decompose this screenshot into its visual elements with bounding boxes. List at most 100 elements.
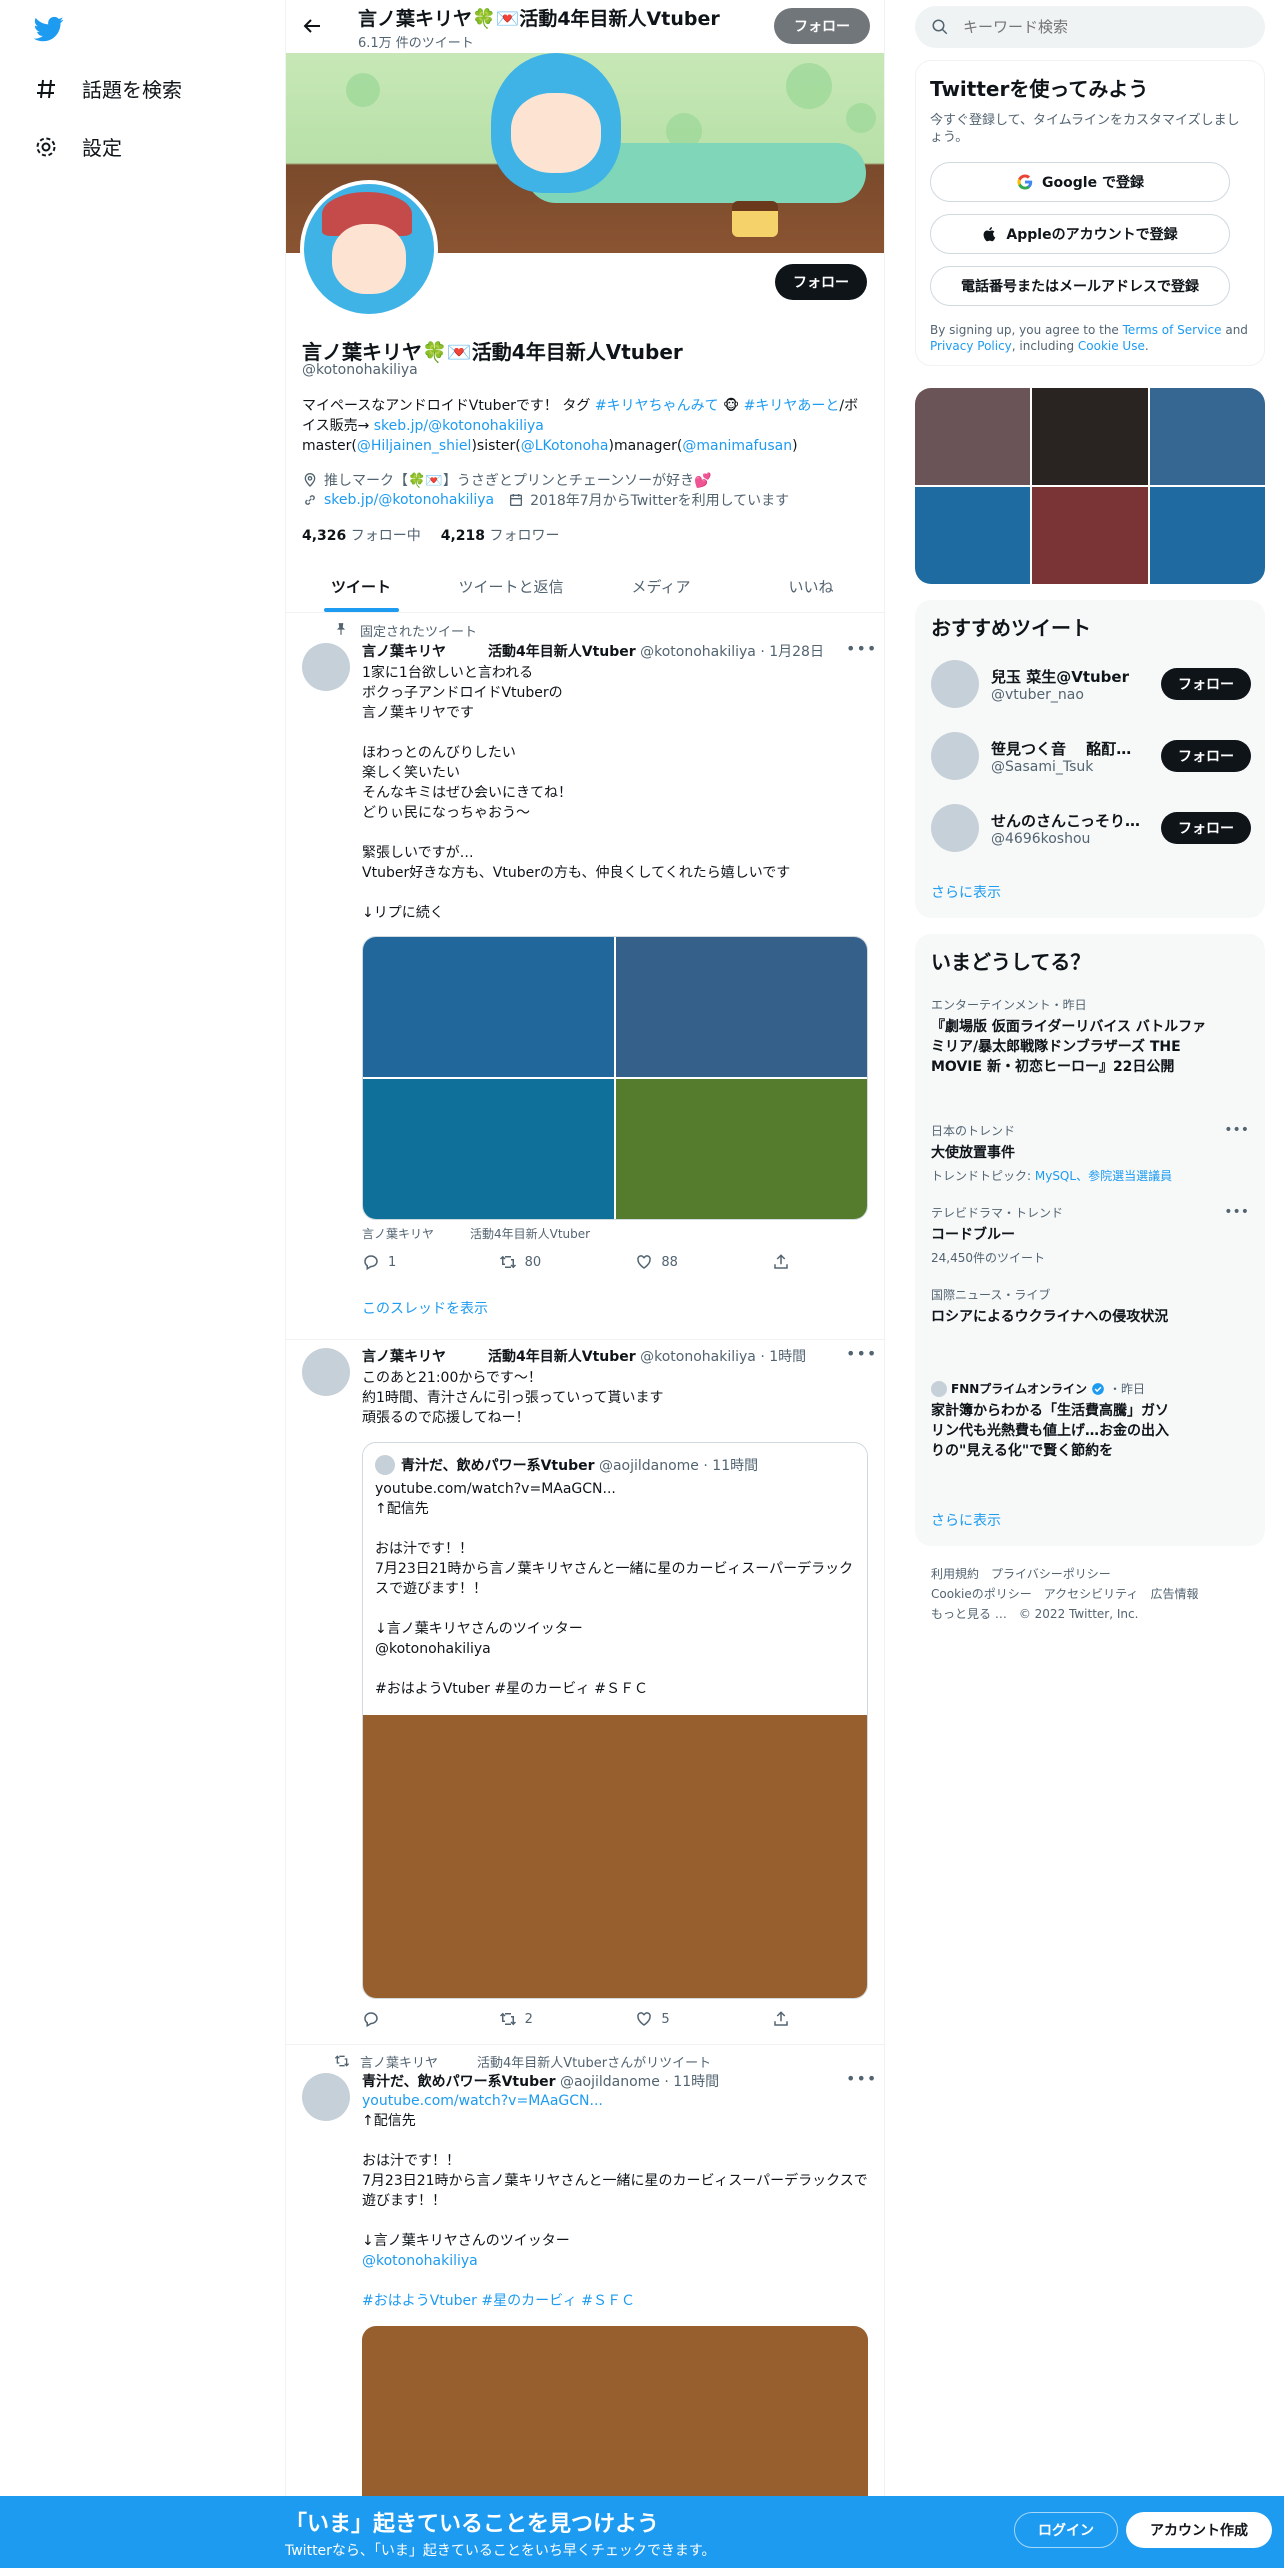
share-button[interactable] <box>772 2010 792 2028</box>
nav-explore[interactable]: 話題を検索 <box>34 74 182 103</box>
gallery-image[interactable] <box>1149 388 1265 485</box>
reply-button[interactable]: 1 <box>362 1253 472 1271</box>
google-signup-button[interactable]: Google で登録 <box>930 162 1230 202</box>
rec-account[interactable]: 兒玉 菜生@Vtuber @vtuber_nao フォロー <box>931 660 1251 708</box>
tweet-hashtags[interactable]: #おはようVtuber #星のカービィ #ＳＦＣ <box>362 2291 870 2311</box>
retweet-context[interactable]: 言ノ葉キリヤ 活動4年目新人Vtuberさんがリツイート <box>360 2052 711 2071</box>
retweet-button[interactable]: 80 <box>499 1253 609 1271</box>
tweet-image[interactable] <box>363 937 614 1077</box>
create-account-button[interactable]: アカウント作成 <box>1126 2512 1272 2548</box>
gallery-image[interactable] <box>915 487 1031 584</box>
share-button[interactable] <box>772 1253 792 1271</box>
tweet-time[interactable]: 1時間 <box>769 1349 806 1365</box>
quote-tweet[interactable]: 青汁だ、飲めパワー系Vtuber @aojildanome · 11時間 you… <box>362 1442 868 1999</box>
gallery-image[interactable] <box>1032 487 1148 584</box>
bio-hashtag[interactable]: #キリヤあーと <box>744 398 840 414</box>
tweet-time[interactable]: 1月28日 <box>769 644 824 660</box>
tweet-handle[interactable]: @kotonohakiliya <box>640 1349 756 1365</box>
tweet-link[interactable]: youtube.com/watch?v=MAaGCN... <box>362 2091 870 2111</box>
rec-follow-button[interactable]: フォロー <box>1161 668 1251 700</box>
trend-item[interactable]: FNNプライムオンライン ・昨日 家計簿からわかる「生活費高騰」ガソリン代も光熱… <box>931 1380 1249 1461</box>
tweet-time[interactable]: 11時間 <box>673 2074 719 2090</box>
tab-tweets[interactable]: ツイート <box>286 560 436 612</box>
nav-explore-label: 話題を検索 <box>82 78 182 102</box>
rec-handle: @Sasami_Tsuk <box>991 758 1094 775</box>
rec-follow-button[interactable]: フォロー <box>1161 740 1251 772</box>
cookie-use-link[interactable]: Cookie Use <box>1078 339 1145 353</box>
tweet-image[interactable] <box>616 1079 867 1219</box>
trend-source: FNNプライムオンライン ・昨日 <box>931 1380 1249 1397</box>
more-options-icon[interactable]: ••• <box>846 639 877 658</box>
trend-item[interactable]: エンターテインメント・昨日 『劇場版 仮面ライダーリバイス バトルファミリア/暴… <box>931 996 1249 1077</box>
footer-link[interactable]: アクセシビリティ <box>1044 1587 1139 1601</box>
more-options-icon[interactable]: ••• <box>1224 1122 1249 1138</box>
trends-show-more[interactable]: さらに表示 <box>931 1510 1001 1530</box>
search-input[interactable] <box>963 18 1213 36</box>
footer-link[interactable]: 広告情報 <box>1150 1587 1198 1601</box>
trend-item[interactable]: 国際ニュース・ライブ ロシアによるウクライナへの侵攻状況 <box>931 1286 1249 1327</box>
tweet[interactable]: 言ノ葉キリヤ 活動4年目新人Vtuber @kotonohakiliya · 1… <box>286 1340 884 2045</box>
login-button[interactable]: ログイン <box>1014 2512 1118 2548</box>
footer-more[interactable]: もっと見る … <box>931 1607 1007 1621</box>
more-options-icon[interactable]: ••• <box>1224 1204 1249 1220</box>
tweet-retweeted[interactable]: 言ノ葉キリヤ 活動4年目新人Vtuberさんがリツイート 青汁だ、飲めパワー系V… <box>286 2045 884 2568</box>
profile-follow-button[interactable]: フォロー <box>775 264 867 300</box>
bio-link[interactable]: skeb.jp/@kotonohakiliya <box>374 418 544 434</box>
bio-mention[interactable]: @manimafusan <box>682 438 792 454</box>
tweet-pinned[interactable]: 固定されたツイート 言ノ葉キリヤ 活動4年目新人Vtuber @kotonoha… <box>286 613 884 1340</box>
trend-topics-links[interactable]: MySQL、参院選当選議員 <box>1035 1169 1172 1183</box>
tweet-mention[interactable]: @kotonohakiliya <box>362 2251 870 2271</box>
nav-settings[interactable]: 設定 <box>34 132 122 161</box>
show-thread-link[interactable]: このスレッドを表示 <box>362 1299 488 1319</box>
tweet-author[interactable]: 青汁だ、飲めパワー系Vtuber <box>362 2074 556 2090</box>
bio-hashtag[interactable]: #キリヤちゃんみて <box>595 398 719 414</box>
tweet-image[interactable] <box>363 1079 614 1219</box>
profile-avatar[interactable] <box>300 180 438 318</box>
tab-tweets-replies[interactable]: ツイートと返信 <box>436 560 586 612</box>
tweet-image[interactable] <box>616 937 867 1077</box>
tweet-author[interactable]: 言ノ葉キリヤ 活動4年目新人Vtuber <box>362 644 636 660</box>
gallery-image[interactable] <box>915 388 1031 485</box>
twitter-logo-icon[interactable] <box>34 14 64 44</box>
gallery-image[interactable] <box>1032 388 1148 485</box>
tweet-handle[interactable]: @aojildanome <box>560 2074 660 2090</box>
footer-link[interactable]: 利用規約 <box>931 1567 979 1581</box>
tweet-handle[interactable]: @kotonohakiliya <box>640 644 756 660</box>
avatar[interactable] <box>302 643 350 691</box>
recs-show-more[interactable]: さらに表示 <box>931 882 1001 902</box>
gallery-image[interactable] <box>1149 487 1265 584</box>
profile-url[interactable]: skeb.jp/@kotonohakiliya <box>324 492 494 508</box>
header-follow-button[interactable]: フォロー <box>774 8 870 44</box>
tab-media[interactable]: メディア <box>586 560 736 612</box>
more-options-icon[interactable]: ••• <box>846 1344 877 1363</box>
like-button[interactable]: 5 <box>635 2010 745 2028</box>
privacy-policy-link[interactable]: Privacy Policy <box>930 339 1012 353</box>
following-link[interactable]: 4,326 フォロー中 <box>302 525 421 545</box>
followers-link[interactable]: 4,218 フォロワー <box>441 525 560 545</box>
bio-mention[interactable]: @LKotonoha <box>521 438 609 454</box>
reply-button[interactable] <box>362 2010 472 2028</box>
quote-image[interactable] <box>363 1715 867 1998</box>
rec-account[interactable]: せんのさんこっそり… @4696koshou フォロー <box>931 804 1251 852</box>
apple-signup-button[interactable]: Appleのアカウントで登録 <box>930 214 1230 254</box>
trend-item[interactable]: 日本のトレンド 大使放置事件 トレンドトピック: MySQL、参院選当選議員 •… <box>931 1122 1249 1184</box>
trend-item[interactable]: テレビドラマ・トレンド コードブルー 24,450件のツイート ••• <box>931 1204 1249 1266</box>
footer-link[interactable]: プライバシーポリシー <box>991 1567 1111 1581</box>
more-options-icon[interactable]: ••• <box>846 2069 877 2088</box>
like-button[interactable]: 88 <box>635 1253 745 1271</box>
rec-follow-button[interactable]: フォロー <box>1161 812 1251 844</box>
tweet-author[interactable]: 言ノ葉キリヤ 活動4年目新人Vtuber <box>362 1349 636 1365</box>
avatar[interactable] <box>302 2073 350 2121</box>
phone-signup-button[interactable]: 電話番号またはメールアドレスで登録 <box>930 266 1230 306</box>
bio-mention[interactable]: @Hiljainen_shiel <box>357 438 472 454</box>
back-arrow-icon[interactable] <box>300 14 324 38</box>
tab-likes[interactable]: いいね <box>736 560 884 612</box>
avatar[interactable] <box>302 1348 350 1396</box>
header-title: 言ノ葉キリヤ🍀💌活動4年目新人Vtuber <box>358 8 720 30</box>
terms-of-service-link[interactable]: Terms of Service <box>1123 323 1222 337</box>
retweet-button[interactable]: 2 <box>499 2010 609 2028</box>
trend-context: 日本のトレンド <box>931 1124 1016 1138</box>
rec-account[interactable]: 笹見つく音 酩酊O… @Sasami_Tsuk フォロー <box>931 732 1251 780</box>
search-bar[interactable] <box>915 6 1265 48</box>
footer-link[interactable]: Cookieのポリシー <box>931 1587 1032 1601</box>
